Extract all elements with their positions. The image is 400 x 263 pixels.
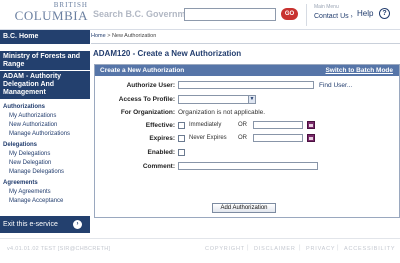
- form-title: Create a New Authorization: [100, 67, 185, 74]
- main-content: Home > New Authorization ADAM120 - Creat…: [91, 30, 400, 237]
- sidebar-item-manage-delegations[interactable]: Manage Delegations: [9, 169, 64, 175]
- access-profile-select[interactable]: ▼: [178, 95, 256, 104]
- switch-batch-mode-link[interactable]: Switch to Batch Mode: [325, 67, 393, 74]
- chevron-down-icon[interactable]: ▼: [248, 96, 255, 103]
- comment-input[interactable]: [178, 162, 318, 170]
- chevron-right-icon: ›: [350, 14, 353, 20]
- expires-label: Expires:: [149, 135, 175, 142]
- enabled-label: Enabled:: [147, 149, 175, 156]
- sidebar-item-my-agreements[interactable]: My Agreements: [9, 189, 51, 195]
- never-expires-label: Never Expires: [189, 135, 227, 141]
- search-input[interactable]: [184, 8, 276, 21]
- footer-separator: |: [337, 245, 339, 251]
- footer-copyright-link[interactable]: COPYRIGHT: [205, 246, 245, 252]
- enabled-checkbox[interactable]: [178, 149, 185, 156]
- arrow-right-icon: ›: [73, 220, 82, 229]
- expires-or-label: OR: [238, 135, 247, 141]
- access-profile-label: Access To Profile:: [118, 96, 175, 103]
- immediately-label: Immediately: [189, 122, 222, 128]
- sidebar-adam[interactable]: ADAM - Authority Delegation And Manageme…: [0, 71, 90, 99]
- breadcrumb-separator: >: [107, 33, 111, 39]
- expires-calendar-icon[interactable]: [307, 134, 315, 142]
- main-menu-link[interactable]: Main Menu: [314, 4, 339, 10]
- footer-divider: [0, 238, 400, 239]
- add-authorization-button[interactable]: Add Authorization: [212, 203, 276, 213]
- bc-logo[interactable]: BRITISH COLUMBIA: [8, 1, 88, 27]
- page: BRITISH COLUMBIA Search B.C. Government …: [0, 0, 400, 263]
- footer-separator: |: [299, 245, 301, 251]
- header: BRITISH COLUMBIA Search B.C. Government …: [0, 0, 400, 30]
- breadcrumb-current: New Authorization: [111, 33, 157, 39]
- find-user-link[interactable]: Find User...: [319, 82, 352, 89]
- page-title: ADAM120 - Create a New Authorization: [93, 49, 242, 58]
- effective-immediately-checkbox[interactable]: [178, 122, 185, 129]
- exit-eservice-button[interactable]: Exit this e-service ›: [0, 216, 90, 233]
- form-header: Create a New Authorization Switch to Bat…: [95, 65, 399, 76]
- sidebar-heading-delegations: Delegations: [3, 142, 38, 148]
- header-divider: [306, 4, 307, 26]
- effective-or-label: OR: [238, 122, 247, 128]
- sidebar-item-manage-acceptance[interactable]: Manage Acceptance: [9, 198, 63, 204]
- sidebar-item-new-authorization[interactable]: New Authorization: [9, 122, 57, 128]
- footer-privacy-link[interactable]: PRIVACY: [306, 246, 335, 252]
- comment-label: Comment:: [142, 163, 175, 170]
- go-button[interactable]: GO: [281, 8, 298, 20]
- logo-main-text: COLUMBIA: [14, 8, 88, 23]
- effective-calendar-icon[interactable]: [307, 121, 315, 129]
- sidebar-home-link[interactable]: B.C. Home: [0, 30, 90, 44]
- never-expires-checkbox[interactable]: [178, 135, 185, 142]
- exit-eservice-label: Exit this e-service: [3, 221, 58, 228]
- help-icon[interactable]: ?: [379, 8, 390, 19]
- authorize-user-input[interactable]: [178, 81, 314, 89]
- title-divider: [91, 43, 400, 44]
- help-link[interactable]: Help: [357, 9, 373, 18]
- contact-us-label: Contact Us: [314, 13, 349, 20]
- footer-separator: |: [247, 245, 249, 251]
- footer-disclaimer-link[interactable]: DISCLAIMER: [254, 246, 296, 252]
- organization-note: Organization is not applicable.: [178, 109, 266, 116]
- effective-label: Effective:: [145, 122, 175, 129]
- sidebar-item-my-delegations[interactable]: My Delegations: [9, 151, 50, 157]
- sidebar-heading-agreements: Agreements: [3, 180, 38, 186]
- sidebar-item-new-delegation[interactable]: New Delegation: [9, 160, 51, 166]
- version-text: v4.01.01.02 TEST [SIR@CHBCRETH]: [7, 246, 111, 252]
- authorization-form: Create a New Authorization Switch to Bat…: [94, 64, 400, 218]
- sidebar-heading-authorizations: Authorizations: [3, 104, 45, 110]
- expires-date-input[interactable]: [253, 134, 303, 142]
- contact-us-link[interactable]: Contact Us ›: [314, 13, 353, 20]
- effective-date-input[interactable]: [253, 121, 303, 129]
- footer-accessibility-link[interactable]: ACCESSIBILITY: [344, 246, 395, 252]
- breadcrumb-home-link[interactable]: Home: [91, 33, 106, 39]
- breadcrumb: Home > New Authorization: [91, 33, 156, 39]
- authorize-user-label: Authorize User:: [126, 82, 175, 89]
- sidebar: B.C. Home Ministry of Forests and Range …: [0, 30, 90, 237]
- organization-label: For Organization:: [120, 109, 175, 116]
- sidebar-ministry[interactable]: Ministry of Forests and Range: [0, 51, 90, 70]
- sidebar-item-my-authorizations[interactable]: My Authorizations: [9, 113, 56, 119]
- sidebar-item-manage-authorizations[interactable]: Manage Authorizations: [9, 131, 70, 137]
